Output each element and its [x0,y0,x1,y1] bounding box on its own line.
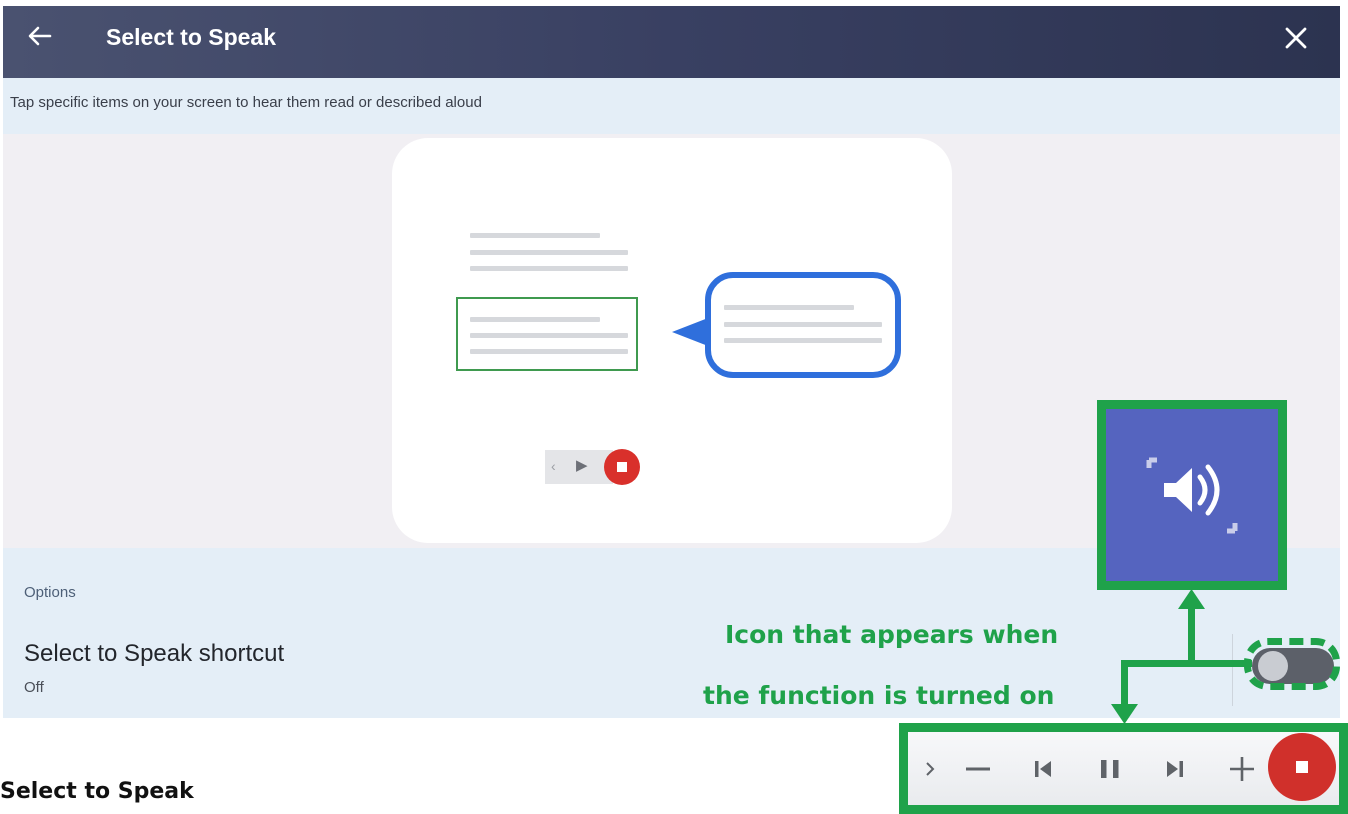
increase-speed-button[interactable] [1222,752,1262,786]
text-line [724,338,882,343]
connector-line [1188,605,1195,667]
options-heading: Options [24,584,76,601]
decrease-speed-button[interactable] [958,752,998,786]
previous-button[interactable] [1026,752,1060,786]
annotation-text-line2: the function is turned on [703,681,1055,710]
plus-icon [1230,757,1254,781]
chevron-right-icon [926,762,935,776]
caption-title: Select to Speak [0,779,194,804]
page-title: Select to Speak [106,24,277,50]
arrow-down-icon [1111,704,1138,724]
stop-square [617,462,627,472]
stop-icon [1296,761,1308,773]
arrow-left-icon [28,26,52,46]
annotation-text-line1: Icon that appears when [725,620,1059,649]
text-line [470,266,628,271]
minus-icon [966,767,990,771]
text-line [724,322,882,327]
select-to-speak-floating-button[interactable] [1106,409,1278,581]
back-button[interactable] [22,18,58,54]
divider [1232,634,1233,706]
shortcut-setting-label[interactable]: Select to Speak shortcut [24,640,284,668]
page-description: Tap specific items on your screen to hea… [10,94,482,111]
text-line [470,349,628,354]
connector-line [1121,660,1195,667]
play-icon: ▶ [576,457,588,474]
close-icon [1285,27,1307,49]
text-line [724,305,854,310]
pause-icon [1101,760,1119,778]
next-button[interactable] [1158,752,1192,786]
text-line [470,333,628,338]
shortcut-setting-status: Off [24,679,44,696]
connector-line [1121,660,1128,708]
text-line [470,233,600,238]
chevron-left-icon: ‹ [551,458,556,474]
skip-next-icon [1167,761,1183,777]
text-line [470,250,628,255]
pause-button[interactable] [1093,752,1127,786]
arrow-up-icon [1178,589,1205,609]
connector-line [1188,660,1252,667]
text-line [470,317,600,322]
skip-previous-icon [1035,761,1051,777]
speaker-icon [1146,457,1238,534]
expand-button[interactable] [918,752,942,786]
toggle-highlight [1244,638,1340,690]
close-button[interactable] [1276,18,1316,58]
speech-bubble-tail [672,318,708,346]
